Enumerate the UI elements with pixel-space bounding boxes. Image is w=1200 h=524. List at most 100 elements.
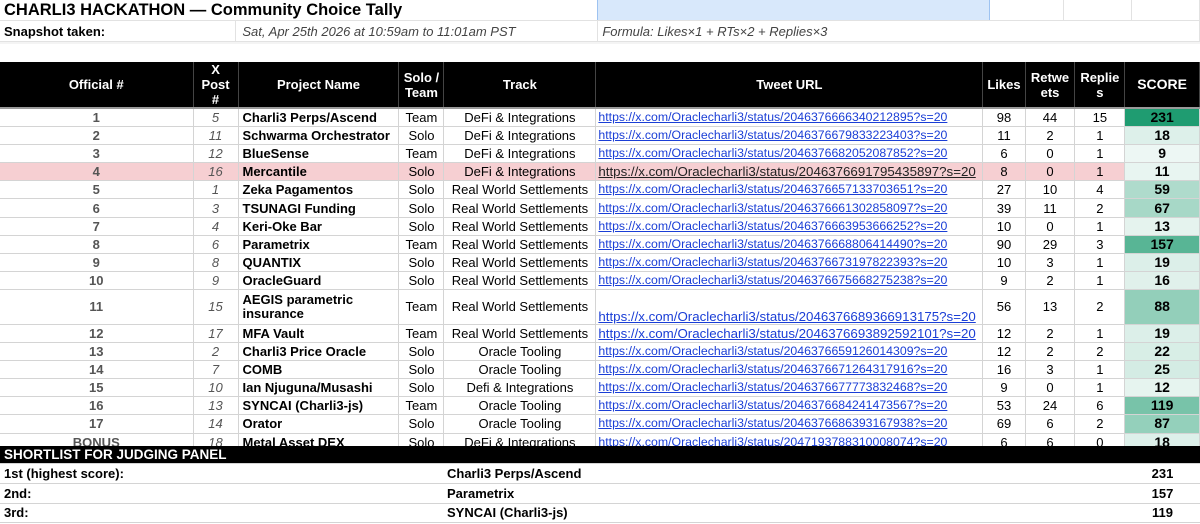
cell-project-name[interactable]: Charli3 Perps/Ascend [238, 107, 400, 128]
cell-likes[interactable]: 11 [982, 126, 1026, 146]
cell-score[interactable]: 25 [1124, 360, 1200, 380]
cell-track[interactable]: DeFi & Integrations [443, 126, 597, 146]
cell-project-name[interactable]: Zeka Pagamentos [238, 180, 400, 200]
cell-replies[interactable]: 1 [1074, 217, 1126, 236]
cell-likes[interactable]: 9 [982, 378, 1026, 398]
cell-retweets[interactable]: 11 [1025, 198, 1076, 218]
cell-score[interactable]: 13 [1124, 217, 1200, 236]
tweet-link[interactable]: https://x.com/Oraclecharli3/status/20463… [595, 324, 984, 344]
formula-note[interactable]: Formula: Likes×1 + RTs×2 + Replies×3 [597, 20, 1200, 42]
tweet-link[interactable]: https://x.com/Oraclecharli3/status/20463… [595, 107, 984, 128]
cell-replies[interactable]: 2 [1074, 198, 1126, 218]
cell-official[interactable]: 16 [0, 396, 194, 416]
cell-xpost[interactable]: 17 [193, 324, 239, 344]
cell-xpost[interactable]: 16 [193, 162, 239, 182]
shortlist-place[interactable]: 3rd: [0, 503, 443, 524]
cell-replies[interactable]: 1 [1074, 126, 1126, 146]
cell-project-name[interactable]: Charli3 Price Oracle [238, 342, 400, 362]
cell-solo-team[interactable]: Solo [398, 378, 445, 398]
tweet-link[interactable]: https://x.com/Oraclecharli3/status/20463… [595, 378, 984, 398]
cell-likes[interactable]: 56 [982, 289, 1026, 325]
col-retweets[interactable]: Retweets [1025, 62, 1076, 108]
cell-official[interactable]: 3 [0, 144, 194, 164]
cell-replies[interactable]: 1 [1074, 144, 1126, 164]
cell-retweets[interactable]: 10 [1025, 180, 1076, 200]
cell-solo-team[interactable]: Team [398, 289, 445, 325]
cell-likes[interactable]: 27 [982, 180, 1026, 200]
cell-xpost[interactable]: 4 [193, 217, 239, 236]
shortlist-title[interactable]: SHORTLIST FOR JUDGING PANEL [0, 446, 1200, 464]
col-official[interactable]: Official # [0, 62, 194, 108]
cell-replies[interactable]: 2 [1074, 414, 1126, 434]
cell-xpost[interactable]: 15 [193, 289, 239, 325]
cell-xpost[interactable]: 9 [193, 271, 239, 290]
cell-replies[interactable]: 1 [1074, 271, 1126, 290]
cell-track[interactable]: Oracle Tooling [443, 342, 597, 362]
tweet-link[interactable]: https://x.com/Oraclecharli3/status/20463… [595, 289, 984, 325]
shortlist-score[interactable]: 231 [1125, 463, 1200, 484]
cell-project-name[interactable]: Parametrix [238, 235, 400, 254]
cell-score[interactable]: 18 [1124, 126, 1200, 146]
cell-retweets[interactable]: 0 [1025, 378, 1076, 398]
cell-official[interactable]: 14 [0, 360, 194, 380]
cell-replies[interactable]: 1 [1074, 162, 1126, 182]
cell-track[interactable]: Real World Settlements [443, 217, 597, 236]
cell-official[interactable]: 6 [0, 198, 194, 218]
cell-retweets[interactable]: 0 [1025, 144, 1076, 164]
tweet-link[interactable]: https://x.com/Oraclecharli3/status/20463… [595, 162, 984, 182]
cell-retweets[interactable]: 13 [1025, 289, 1076, 325]
col-project-name[interactable]: Project Name [238, 62, 400, 108]
cell-track[interactable]: Oracle Tooling [443, 414, 597, 434]
cell-track[interactable]: Oracle Tooling [443, 360, 597, 380]
cell-solo-team[interactable]: Solo [398, 162, 445, 182]
cell-project-name[interactable]: OracleGuard [238, 271, 400, 290]
cell-retweets[interactable]: 0 [1025, 162, 1076, 182]
cell-solo-team[interactable]: Solo [398, 217, 445, 236]
cell-track[interactable]: Real World Settlements [443, 271, 597, 290]
col-score[interactable]: SCORE [1124, 62, 1200, 108]
cell-official[interactable]: 1 [0, 107, 194, 128]
cell-solo-team[interactable]: Solo [398, 342, 445, 362]
cell-official[interactable]: 12 [0, 324, 194, 344]
tweet-link[interactable]: https://x.com/Oraclecharli3/status/20463… [595, 235, 984, 254]
cell-retweets[interactable]: 0 [1025, 217, 1076, 236]
cell-score[interactable]: 59 [1124, 180, 1200, 200]
cell-retweets[interactable]: 2 [1025, 324, 1076, 344]
cell-likes[interactable]: 98 [982, 107, 1026, 128]
cell-replies[interactable]: 2 [1074, 342, 1126, 362]
cell-project-name[interactable]: QUANTIX [238, 253, 400, 272]
cell-xpost[interactable]: 10 [193, 378, 239, 398]
cell-official[interactable]: 17 [0, 414, 194, 434]
empty-cell[interactable] [989, 0, 1065, 21]
cell-track[interactable]: Real World Settlements [443, 235, 597, 254]
cell-project-name[interactable]: Keri-Oke Bar [238, 217, 400, 236]
cell-retweets[interactable]: 29 [1025, 235, 1076, 254]
cell-score[interactable]: 119 [1124, 396, 1200, 416]
cell-retweets[interactable]: 44 [1025, 107, 1076, 128]
tweet-link[interactable]: https://x.com/Oraclecharli3/status/20463… [595, 126, 984, 146]
cell-likes[interactable]: 69 [982, 414, 1026, 434]
cell-replies[interactable]: 15 [1074, 107, 1126, 128]
cell-xpost[interactable]: 1 [193, 180, 239, 200]
cell-solo-team[interactable]: Solo [398, 360, 445, 380]
cell-solo-team[interactable]: Solo [398, 271, 445, 290]
cell-project-name[interactable]: COMB [238, 360, 400, 380]
cell-retweets[interactable]: 2 [1025, 126, 1076, 146]
cell-solo-team[interactable]: Solo [398, 198, 445, 218]
cell-solo-team[interactable]: Team [398, 396, 445, 416]
shortlist-place[interactable]: 1st (highest score): [0, 463, 443, 484]
cell-project-name[interactable]: AEGIS parametric insurance [238, 289, 400, 325]
cell-official[interactable]: 2 [0, 126, 194, 146]
cell-replies[interactable]: 1 [1074, 360, 1126, 380]
cell-project-name[interactable]: SYNCAI (Charli3-js) [238, 396, 400, 416]
cell-score[interactable]: 16 [1124, 271, 1200, 290]
cell-replies[interactable]: 3 [1074, 235, 1126, 254]
cell-likes[interactable]: 53 [982, 396, 1026, 416]
cell-score[interactable]: 11 [1124, 162, 1200, 182]
cell-track[interactable]: Real World Settlements [443, 324, 597, 344]
cell-xpost[interactable]: 14 [193, 414, 239, 434]
shortlist-place[interactable]: 2nd: [0, 483, 443, 504]
cell-solo-team[interactable]: Team [398, 324, 445, 344]
shortlist-project[interactable]: SYNCAI (Charli3-js) [443, 503, 1125, 524]
cell-retweets[interactable]: 2 [1025, 342, 1076, 362]
